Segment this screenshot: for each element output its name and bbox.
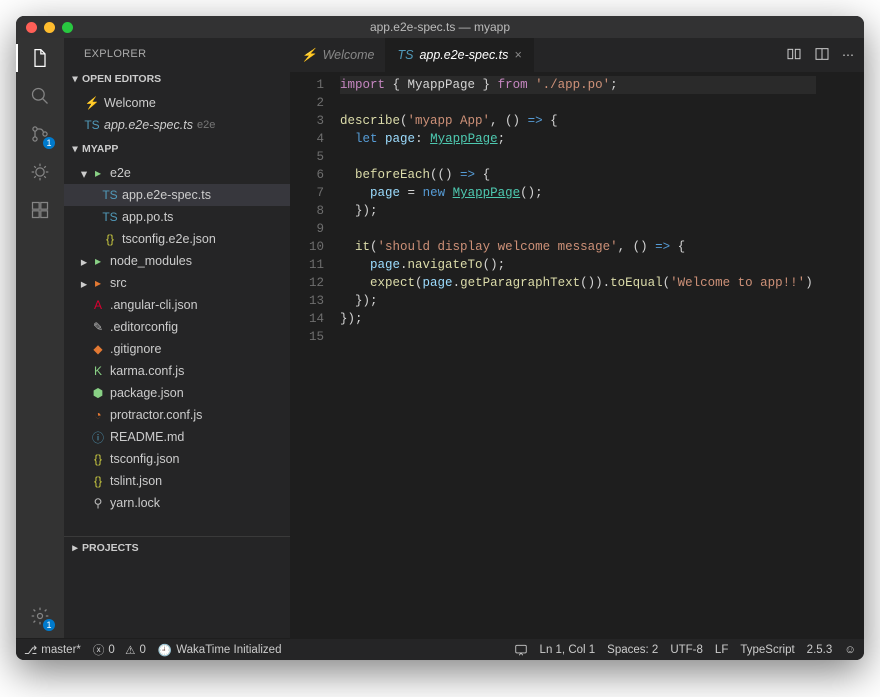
encoding-status[interactable]: UTF-8: [670, 644, 703, 656]
feedback-icon[interactable]: [514, 643, 528, 657]
window-title: app.e2e-spec.ts — myapp: [16, 20, 864, 34]
file-icon: ⓘ: [90, 429, 106, 446]
folder-icon: ▸: [90, 166, 106, 180]
problems-status[interactable]: ⓧ 0 ⚠ 0: [93, 642, 146, 658]
section-open-editors[interactable]: ▾OPEN EDITORS: [64, 68, 290, 90]
status-bar: ⎇ master* ⓧ 0 ⚠ 0 🕘 WakaTime Initialized…: [16, 638, 864, 660]
sidebar: EXPLORER ▾OPEN EDITORS ⚡WelcomeTSapp.e2e…: [64, 38, 290, 638]
file-item[interactable]: TSapp.po.ts: [64, 206, 290, 228]
file-icon: ⚲: [90, 496, 106, 510]
file-icon: {}: [90, 474, 106, 488]
gear-badge: 1: [43, 619, 55, 631]
close-icon[interactable]: ×: [514, 48, 521, 62]
file-item[interactable]: TSapp.e2e-spec.ts: [64, 184, 290, 206]
traffic-lights: [26, 22, 73, 33]
code-lines[interactable]: import { MyappPage } from './app.po'; de…: [334, 72, 816, 638]
extensions-icon[interactable]: [28, 198, 52, 222]
file-icon: TS: [102, 188, 118, 202]
editor-tab[interactable]: ⚡Welcome: [290, 38, 386, 72]
open-editor-item[interactable]: ⚡Welcome: [64, 92, 290, 114]
file-icon: ⚡: [84, 96, 100, 110]
version-status[interactable]: 2.5.3: [807, 644, 833, 656]
file-icon: {}: [102, 232, 118, 246]
file-item[interactable]: A.angular-cli.json: [64, 294, 290, 316]
lncol-status[interactable]: Ln 1, Col 1: [540, 644, 596, 656]
minimap[interactable]: [816, 72, 864, 638]
file-item[interactable]: {}tsconfig.e2e.json: [64, 228, 290, 250]
file-icon: ◆: [90, 342, 106, 356]
spaces-status[interactable]: Spaces: 2: [607, 644, 658, 656]
file-icon: TS: [397, 48, 413, 62]
file-icon: K: [90, 364, 106, 378]
section-projects[interactable]: ▸PROJECTS: [64, 536, 290, 558]
file-item[interactable]: ⬢package.json: [64, 382, 290, 404]
folder-item[interactable]: ▾▸e2e: [64, 162, 290, 184]
lang-status[interactable]: TypeScript: [740, 644, 794, 656]
maximize-window[interactable]: [62, 22, 73, 33]
file-item[interactable]: {}tslint.json: [64, 470, 290, 492]
more-icon[interactable]: ⋯: [842, 48, 854, 62]
branch-status[interactable]: ⎇ master*: [24, 643, 81, 657]
open-editor-item[interactable]: TSapp.e2e-spec.tse2e: [64, 114, 290, 136]
editor: ⚡WelcomeTSapp.e2e-spec.ts× ⋯ 12345678910…: [290, 38, 864, 638]
explorer-icon[interactable]: [28, 46, 52, 70]
titlebar[interactable]: app.e2e-spec.ts — myapp: [16, 16, 864, 38]
file-icon: A: [90, 298, 106, 312]
file-icon: ✎: [90, 320, 106, 334]
file-icon: ⚡: [301, 48, 317, 63]
file-icon: {}: [90, 452, 106, 466]
sidebar-title: EXPLORER: [64, 38, 290, 68]
folder-icon: ▸: [90, 276, 106, 290]
gear-icon[interactable]: 1: [28, 604, 52, 628]
file-item[interactable]: ◆.gitignore: [64, 338, 290, 360]
smiley-icon[interactable]: ☺: [844, 644, 856, 656]
file-icon: TS: [84, 118, 100, 132]
file-icon: ◔: [90, 408, 106, 422]
search-icon[interactable]: [28, 84, 52, 108]
file-icon: ⬢: [90, 386, 106, 400]
scm-icon[interactable]: 1: [28, 122, 52, 146]
file-item[interactable]: ⓘREADME.md: [64, 426, 290, 448]
open-editors-list: ⚡WelcomeTSapp.e2e-spec.tse2e: [64, 90, 290, 138]
file-icon: TS: [102, 210, 118, 224]
line-gutter: 123456789101112131415: [290, 72, 334, 638]
compare-icon[interactable]: [786, 46, 802, 65]
folder-item[interactable]: ▸▸node_modules: [64, 250, 290, 272]
file-tree: ▾▸e2eTSapp.e2e-spec.tsTSapp.po.ts{}tscon…: [64, 160, 290, 516]
file-item[interactable]: ⚲yarn.lock: [64, 492, 290, 514]
editor-tab[interactable]: TSapp.e2e-spec.ts×: [386, 38, 533, 72]
vscode-window: app.e2e-spec.ts — myapp 1 1 EXPLORER ▾OP…: [16, 16, 864, 660]
folder-icon: ▸: [90, 254, 106, 268]
file-item[interactable]: {}tsconfig.json: [64, 448, 290, 470]
split-icon[interactable]: [814, 46, 830, 65]
file-item[interactable]: Kkarma.conf.js: [64, 360, 290, 382]
eol-status[interactable]: LF: [715, 644, 728, 656]
file-item[interactable]: ✎.editorconfig: [64, 316, 290, 338]
tab-bar: ⚡WelcomeTSapp.e2e-spec.ts× ⋯: [290, 38, 864, 72]
scm-badge: 1: [43, 137, 55, 149]
close-window[interactable]: [26, 22, 37, 33]
debug-icon[interactable]: [28, 160, 52, 184]
folder-item[interactable]: ▸▸src: [64, 272, 290, 294]
wakatime-status[interactable]: 🕘 WakaTime Initialized: [158, 643, 282, 657]
activity-bar: 1 1: [16, 38, 64, 638]
file-item[interactable]: ◔protractor.conf.js: [64, 404, 290, 426]
code-area[interactable]: 123456789101112131415 import { MyappPage…: [290, 72, 864, 638]
section-project[interactable]: ▾MYAPP: [64, 138, 290, 160]
minimize-window[interactable]: [44, 22, 55, 33]
